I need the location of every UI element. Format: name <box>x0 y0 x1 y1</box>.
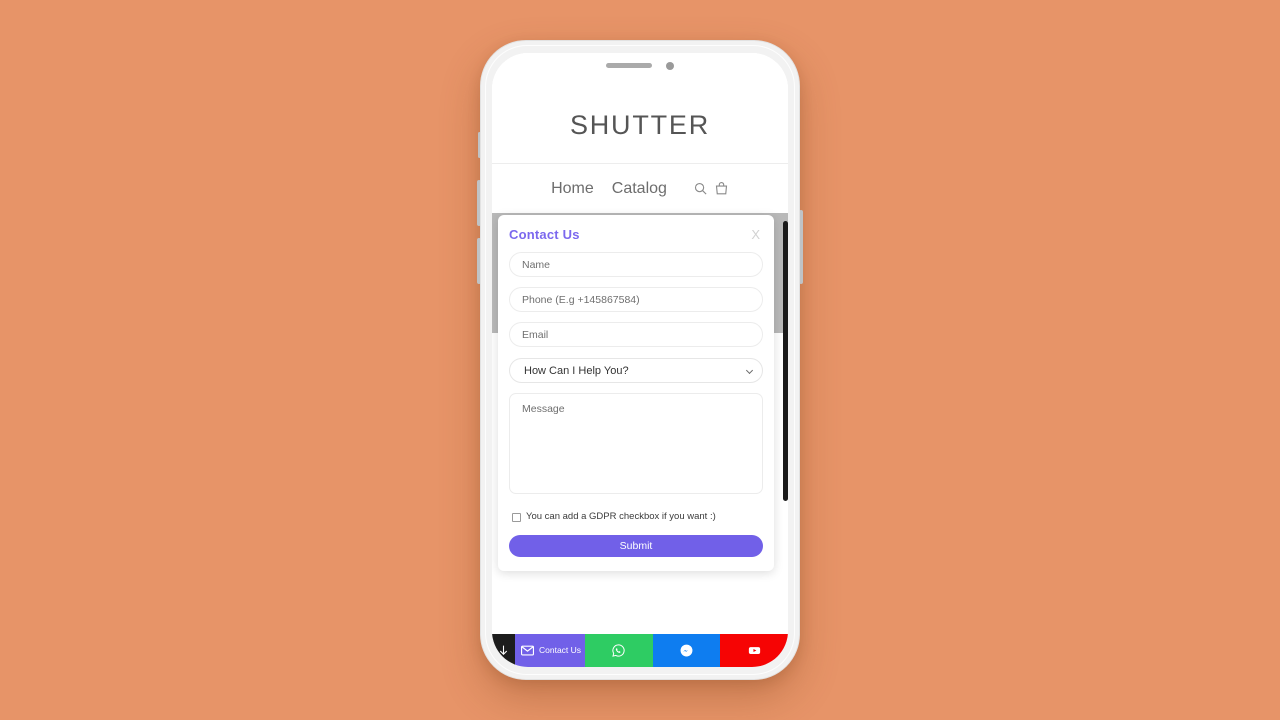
website-viewport: SHUTTER Home Catalog Contact Us X Name P… <box>492 53 788 667</box>
nav-link-catalog[interactable]: Catalog <box>612 180 667 198</box>
search-icon[interactable] <box>693 181 708 196</box>
social-contact-us-button[interactable]: Contact Us <box>515 634 585 667</box>
gdpr-label: You can add a GDPR checkbox if you want … <box>526 511 716 522</box>
page-scrollbar[interactable] <box>783 221 788 501</box>
youtube-icon <box>748 647 760 654</box>
name-input[interactable] <box>509 252 763 277</box>
phone-screen: SHUTTER Home Catalog Contact Us X Name P… <box>492 53 788 667</box>
subject-select[interactable]: How Can I Help You? <box>509 358 763 383</box>
site-nav: Home Catalog <box>492 163 788 213</box>
phone-frame: SHUTTER Home Catalog Contact Us X Name P… <box>480 40 800 680</box>
messenger-icon <box>680 644 693 657</box>
phone-notch <box>561 53 719 78</box>
whatsapp-icon <box>612 644 625 657</box>
email-input[interactable] <box>509 322 763 347</box>
social-messenger-button[interactable] <box>652 634 721 667</box>
arrow-down-icon <box>499 645 508 656</box>
modal-header: Contact Us X <box>509 227 763 242</box>
social-youtube-button[interactable] <box>720 634 788 667</box>
submit-button[interactable]: Submit <box>509 535 763 558</box>
brand-title: SHUTTER <box>569 110 711 140</box>
social-whatsapp-button[interactable] <box>585 634 653 667</box>
envelope-icon <box>521 645 534 656</box>
contact-modal: Contact Us X How Can I Help You? You can… <box>498 215 774 572</box>
phone-mockup: SHUTTER Home Catalog Contact Us X Name P… <box>477 40 803 680</box>
gdpr-checkbox[interactable] <box>512 513 521 522</box>
front-camera-icon <box>666 61 674 70</box>
message-textarea[interactable] <box>509 393 763 494</box>
phone-input[interactable] <box>509 287 763 312</box>
close-icon[interactable]: X <box>748 227 763 242</box>
social-contact-bar: Contact Us <box>492 634 788 667</box>
subject-select-wrapper: How Can I Help You? <box>509 358 763 383</box>
nav-link-home[interactable]: Home <box>551 180 594 198</box>
shopping-bag-icon[interactable] <box>714 181 729 196</box>
nav-icons <box>693 181 729 196</box>
social-contact-us-label: Contact Us <box>539 645 582 656</box>
social-bar-toggle-button[interactable] <box>492 634 515 667</box>
modal-title: Contact Us <box>509 227 580 242</box>
earpiece-speaker-icon <box>606 63 652 68</box>
gdpr-row: You can add a GDPR checkbox if you want … <box>509 511 763 522</box>
